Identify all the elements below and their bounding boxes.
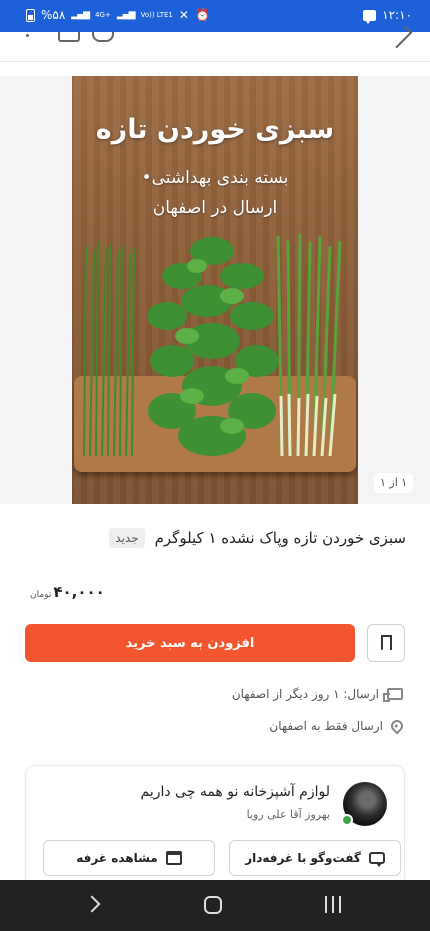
chat-button-label: گفت‌وگو با غرفه‌دار [245, 851, 361, 865]
network-type: 4G+ [95, 10, 111, 19]
location-pin-icon [388, 717, 406, 735]
view-shop-label: مشاهده غرفه [76, 851, 158, 865]
more-icon[interactable] [20, 32, 42, 42]
bookmark-button[interactable] [367, 624, 405, 662]
chat-icon [368, 852, 385, 867]
bookmark-icon [381, 635, 392, 651]
truck-icon [383, 688, 403, 702]
volte-indicator: Vo)) LTE1 [140, 10, 173, 19]
image-counter: ۱ از ۱ [374, 473, 414, 493]
shop-card: لوازم آشپزخانه نو همه چی داریم بهروز آقا… [25, 765, 405, 895]
nav-home-icon[interactable] [204, 896, 222, 914]
alarm-icon: ⏰ [194, 8, 210, 22]
price-currency: تومان [30, 590, 52, 600]
nav-recents-icon[interactable] [325, 896, 343, 914]
delivery-text: ارسال: ۱ روز دیگر از اصفهان [231, 687, 379, 701]
add-to-cart-button[interactable]: افزودن به سبد خرید [25, 624, 355, 662]
search-icon[interactable] [92, 32, 114, 42]
shop-owner: بهروز آقا علی رویا [246, 808, 330, 821]
product-price: ۴۰,۰۰۰ تومان [30, 583, 105, 601]
system-nav-bar [0, 880, 430, 931]
delivery-info: ارسال: ۱ روز دیگر از اصفهان [231, 687, 403, 702]
shipping-area-text: ارسال فقط به اصفهان [269, 719, 383, 733]
top-toolbar [0, 25, 430, 62]
product-image[interactable]: سبزی خوردن تازه بسته بندی بهداشتی• ارسال… [72, 76, 358, 504]
signal-icon-2: ▂▄▆ [116, 10, 136, 20]
store-icon [165, 851, 182, 865]
status-left: %۵۸ ▂▄▆ 4G+ ▂▄▆ Vo)) LTE1 ✕ ⏰ [26, 8, 210, 22]
product-title: سبزی خوردن تازه وپاک نشده ۱ کیلوگرم [154, 529, 406, 547]
battery-icon [26, 8, 35, 22]
signal-icon: ▂▄▆ [71, 10, 90, 20]
product-title-row: سبزی خوردن تازه وپاک نشده ۱ کیلوگرم جدید [20, 528, 406, 548]
shop-name[interactable]: لوازم آشپزخانه نو همه چی داریم [141, 784, 331, 800]
shipping-area-info: ارسال فقط به اصفهان [269, 717, 406, 735]
view-shop-button[interactable]: مشاهده غرفه [43, 840, 215, 876]
new-badge: جدید [109, 528, 145, 548]
battery-level: %۵۸ [41, 8, 66, 22]
status-right: ۱۲:۱۰ [363, 8, 412, 24]
chat-with-seller-button[interactable]: گفت‌وگو با غرفه‌دار [229, 840, 401, 876]
mute-icon: ✕ [178, 8, 189, 22]
cart-icon[interactable] [58, 32, 80, 42]
nav-back-icon[interactable] [83, 895, 101, 913]
price-value: ۴۰,۰۰۰ [53, 583, 105, 601]
status-bar: ۱۲:۱۰ %۵۸ ▂▄▆ 4G+ ▂▄▆ Vo)) LTE1 ✕ ⏰ [0, 0, 430, 32]
notification-message-icon [363, 9, 377, 24]
clock: ۱۲:۱۰ [382, 8, 412, 22]
product-gallery[interactable]: سبزی خوردن تازه بسته بندی بهداشتی• ارسال… [0, 76, 430, 504]
online-status-dot [341, 814, 353, 826]
herbs-illustration [83, 233, 342, 457]
